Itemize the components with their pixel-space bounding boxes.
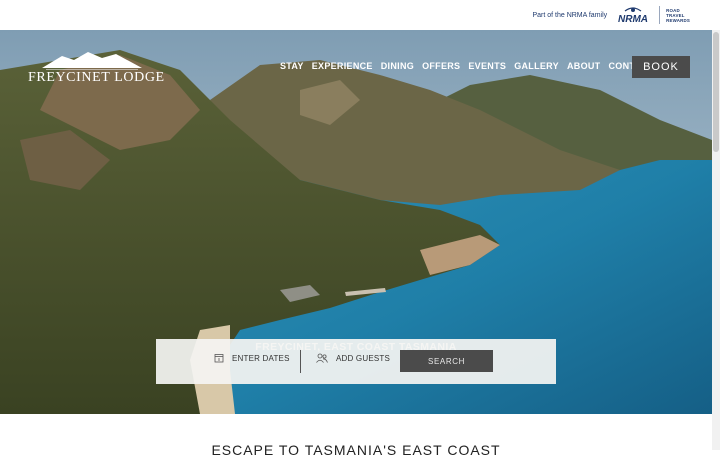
partner-text: Part of the NRMA family [532,11,608,19]
mountain-logo-icon [42,52,142,70]
nav-item-offers[interactable]: OFFERS [422,61,460,71]
nrma-logo-icon: NRMA [618,7,648,25]
add-guests-label: ADD GUESTS [336,353,391,363]
nrma-logo-text: NRMA [618,14,648,25]
scrollbar-thumb[interactable] [713,32,719,152]
rtr-line-3: REWARDS [666,17,690,23]
book-button[interactable]: BOOK [632,56,690,78]
booking-divider [300,350,301,373]
page-scrollbar[interactable] [712,30,720,450]
calendar-icon [214,354,224,363]
booking-bar: ENTER DATES ADD GUESTS SEARCH [156,339,556,384]
section-heading: ESCAPE TO TASMANIA'S EAST COAST [211,442,501,458]
nav-item-events[interactable]: EVENTS [468,61,506,71]
road-travel-rewards-label: ROAD TRAVEL REWARDS [666,8,690,23]
nrma-partner-badge[interactable]: Part of the NRMA family NRMA ROAD TRAVEL… [532,5,690,25]
nav-item-experience[interactable]: EXPERIENCE [312,61,373,71]
guests-icon [316,353,328,363]
enter-dates-label: ENTER DATES [232,353,290,363]
nav-item-about[interactable]: ABOUT [567,61,601,71]
nav-item-gallery[interactable]: GALLERY [514,61,559,71]
nav-item-dining[interactable]: DINING [381,61,414,71]
partner-divider [659,6,661,24]
nav-item-stay[interactable]: STAY [280,61,304,71]
main-nav: STAY EXPERIENCE DINING OFFERS EVENTS GAL… [280,61,654,71]
top-partner-bar: Part of the NRMA family NRMA ROAD TRAVEL… [0,0,720,30]
search-button[interactable]: SEARCH [400,350,493,372]
enter-dates-field[interactable]: ENTER DATES [214,353,290,363]
add-guests-field[interactable]: ADD GUESTS [316,353,390,363]
brand-name: FREYCINET LODGE [28,70,165,85]
